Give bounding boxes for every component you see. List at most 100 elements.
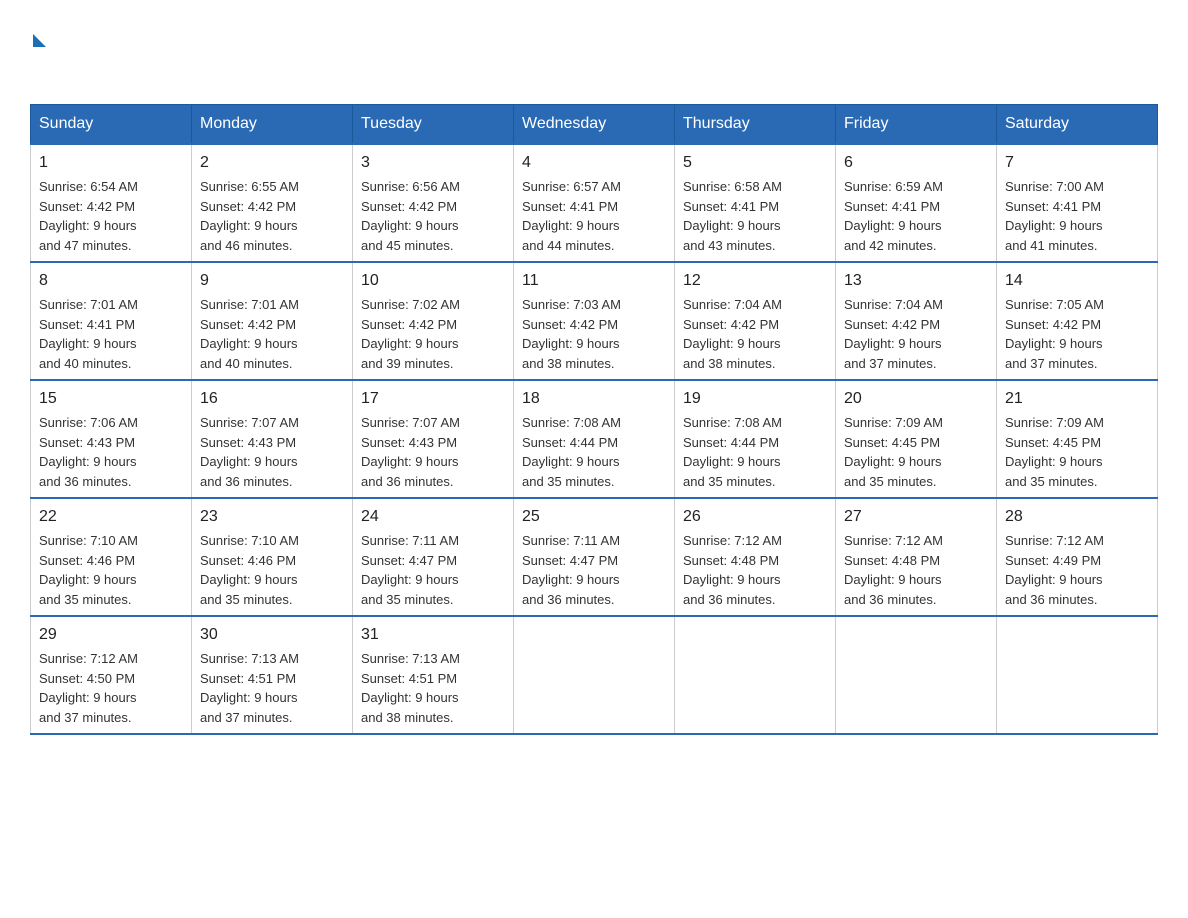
day-info: Sunrise: 7:05 AMSunset: 4:42 PMDaylight:… — [1005, 297, 1104, 371]
calendar-day-cell — [514, 616, 675, 734]
day-info: Sunrise: 7:12 AMSunset: 4:49 PMDaylight:… — [1005, 533, 1104, 607]
calendar-day-cell: 27 Sunrise: 7:12 AMSunset: 4:48 PMDayligh… — [836, 498, 997, 616]
day-number: 10 — [361, 269, 505, 293]
day-number: 21 — [1005, 387, 1149, 411]
day-info: Sunrise: 7:04 AMSunset: 4:42 PMDaylight:… — [844, 297, 943, 371]
calendar-day-cell: 16 Sunrise: 7:07 AMSunset: 4:43 PMDayligh… — [192, 380, 353, 498]
day-number: 8 — [39, 269, 183, 293]
calendar-day-cell: 13 Sunrise: 7:04 AMSunset: 4:42 PMDayligh… — [836, 262, 997, 380]
calendar-day-cell: 15 Sunrise: 7:06 AMSunset: 4:43 PMDayligh… — [31, 380, 192, 498]
calendar-day-cell — [836, 616, 997, 734]
calendar-day-cell: 26Sunrise: 7:12 AMSunset: 4:48 PMDayligh… — [675, 498, 836, 616]
day-number: 28 — [1005, 505, 1149, 529]
calendar-day-cell: 3 Sunrise: 6:56 AMSunset: 4:42 PMDaylight… — [353, 144, 514, 262]
day-info: Sunrise: 6:57 AMSunset: 4:41 PMDaylight:… — [522, 179, 621, 253]
calendar-week-row: 29 Sunrise: 7:12 AMSunset: 4:50 PMDayligh… — [31, 616, 1158, 734]
day-info: Sunrise: 7:10 AMSunset: 4:46 PMDaylight:… — [39, 533, 138, 607]
day-number: 23 — [200, 505, 344, 529]
header-wednesday: Wednesday — [514, 105, 675, 145]
calendar-day-cell: 14 Sunrise: 7:05 AMSunset: 4:42 PMDayligh… — [997, 262, 1158, 380]
calendar-day-cell — [675, 616, 836, 734]
day-number: 2 — [200, 151, 344, 175]
calendar-day-cell: 22 Sunrise: 7:10 AMSunset: 4:46 PMDayligh… — [31, 498, 192, 616]
day-info: Sunrise: 7:09 AMSunset: 4:45 PMDaylight:… — [1005, 415, 1104, 489]
header-tuesday: Tuesday — [353, 105, 514, 145]
calendar-day-cell: 12Sunrise: 7:04 AMSunset: 4:42 PMDayligh… — [675, 262, 836, 380]
day-info: Sunrise: 6:59 AMSunset: 4:41 PMDaylight:… — [844, 179, 943, 253]
day-number: 15 — [39, 387, 183, 411]
day-number: 16 — [200, 387, 344, 411]
calendar-day-cell: 4 Sunrise: 6:57 AMSunset: 4:41 PMDaylight… — [514, 144, 675, 262]
day-number: 6 — [844, 151, 988, 175]
day-info: Sunrise: 7:11 AMSunset: 4:47 PMDaylight:… — [361, 533, 459, 607]
day-number: 14 — [1005, 269, 1149, 293]
calendar-table: SundayMondayTuesdayWednesdayThursdayFrid… — [30, 104, 1158, 735]
calendar-day-cell: 24 Sunrise: 7:11 AMSunset: 4:47 PMDayligh… — [353, 498, 514, 616]
day-number: 27 — [844, 505, 988, 529]
day-info: Sunrise: 7:02 AMSunset: 4:42 PMDaylight:… — [361, 297, 460, 371]
calendar-day-cell: 11 Sunrise: 7:03 AMSunset: 4:42 PMDayligh… — [514, 262, 675, 380]
day-info: Sunrise: 7:13 AMSunset: 4:51 PMDaylight:… — [200, 651, 299, 725]
calendar-day-cell: 18Sunrise: 7:08 AMSunset: 4:44 PMDayligh… — [514, 380, 675, 498]
calendar-day-cell: 29 Sunrise: 7:12 AMSunset: 4:50 PMDayligh… — [31, 616, 192, 734]
day-info: Sunrise: 7:12 AMSunset: 4:48 PMDaylight:… — [844, 533, 943, 607]
calendar-day-cell: 8 Sunrise: 7:01 AMSunset: 4:41 PMDaylight… — [31, 262, 192, 380]
day-info: Sunrise: 7:08 AMSunset: 4:44 PMDaylight:… — [683, 415, 782, 489]
calendar-day-cell: 7 Sunrise: 7:00 AMSunset: 4:41 PMDaylight… — [997, 144, 1158, 262]
day-info: Sunrise: 7:09 AMSunset: 4:45 PMDaylight:… — [844, 415, 943, 489]
day-info: Sunrise: 7:12 AMSunset: 4:50 PMDaylight:… — [39, 651, 138, 725]
day-number: 1 — [39, 151, 183, 175]
day-number: 29 — [39, 623, 183, 647]
day-info: Sunrise: 7:01 AMSunset: 4:42 PMDaylight:… — [200, 297, 299, 371]
day-number: 12 — [683, 269, 827, 293]
calendar-day-cell: 23Sunrise: 7:10 AMSunset: 4:46 PMDayligh… — [192, 498, 353, 616]
header-monday: Monday — [192, 105, 353, 145]
day-number: 13 — [844, 269, 988, 293]
day-number: 20 — [844, 387, 988, 411]
day-info: Sunrise: 7:13 AMSunset: 4:51 PMDaylight:… — [361, 651, 460, 725]
header-sunday: Sunday — [31, 105, 192, 145]
calendar-day-cell: 31Sunrise: 7:13 AMSunset: 4:51 PMDayligh… — [353, 616, 514, 734]
day-info: Sunrise: 7:01 AMSunset: 4:41 PMDaylight:… — [39, 297, 138, 371]
calendar-day-cell: 17 Sunrise: 7:07 AMSunset: 4:43 PMDayligh… — [353, 380, 514, 498]
header-saturday: Saturday — [997, 105, 1158, 145]
page-header — [30, 20, 1158, 84]
calendar-day-cell: 20 Sunrise: 7:09 AMSunset: 4:45 PMDayligh… — [836, 380, 997, 498]
day-info: Sunrise: 7:07 AMSunset: 4:43 PMDaylight:… — [361, 415, 460, 489]
day-info: Sunrise: 6:55 AMSunset: 4:42 PMDaylight:… — [200, 179, 299, 253]
logo — [30, 20, 46, 84]
day-number: 19 — [683, 387, 827, 411]
day-number: 24 — [361, 505, 505, 529]
day-info: Sunrise: 7:03 AMSunset: 4:42 PMDaylight:… — [522, 297, 621, 371]
calendar-week-row: 22 Sunrise: 7:10 AMSunset: 4:46 PMDayligh… — [31, 498, 1158, 616]
calendar-day-cell: 28 Sunrise: 7:12 AMSunset: 4:49 PMDayligh… — [997, 498, 1158, 616]
day-number: 4 — [522, 151, 666, 175]
calendar-day-cell: 21 Sunrise: 7:09 AMSunset: 4:45 PMDayligh… — [997, 380, 1158, 498]
day-number: 5 — [683, 151, 827, 175]
day-info: Sunrise: 7:07 AMSunset: 4:43 PMDaylight:… — [200, 415, 299, 489]
day-info: Sunrise: 7:06 AMSunset: 4:43 PMDaylight:… — [39, 415, 138, 489]
day-info: Sunrise: 6:56 AMSunset: 4:42 PMDaylight:… — [361, 179, 460, 253]
day-number: 17 — [361, 387, 505, 411]
day-number: 7 — [1005, 151, 1149, 175]
calendar-day-cell: 25 Sunrise: 7:11 AMSunset: 4:47 PMDayligh… — [514, 498, 675, 616]
day-number: 3 — [361, 151, 505, 175]
calendar-day-cell: 5 Sunrise: 6:58 AMSunset: 4:41 PMDaylight… — [675, 144, 836, 262]
calendar-day-cell: 2 Sunrise: 6:55 AMSunset: 4:42 PMDaylight… — [192, 144, 353, 262]
day-info: Sunrise: 7:11 AMSunset: 4:47 PMDaylight:… — [522, 533, 620, 607]
header-friday: Friday — [836, 105, 997, 145]
calendar-day-cell: 10 Sunrise: 7:02 AMSunset: 4:42 PMDayligh… — [353, 262, 514, 380]
day-info: Sunrise: 7:08 AMSunset: 4:44 PMDaylight:… — [522, 415, 621, 489]
header-thursday: Thursday — [675, 105, 836, 145]
day-number: 22 — [39, 505, 183, 529]
day-number: 25 — [522, 505, 666, 529]
day-info: Sunrise: 7:12 AMSunset: 4:48 PMDaylight:… — [683, 533, 782, 607]
day-number: 30 — [200, 623, 344, 647]
day-info: Sunrise: 6:58 AMSunset: 4:41 PMDaylight:… — [683, 179, 782, 253]
day-number: 11 — [522, 269, 666, 293]
calendar-day-cell: 1Sunrise: 6:54 AMSunset: 4:42 PMDaylight… — [31, 144, 192, 262]
calendar-header-row: SundayMondayTuesdayWednesdayThursdayFrid… — [31, 105, 1158, 145]
calendar-day-cell: 19 Sunrise: 7:08 AMSunset: 4:44 PMDayligh… — [675, 380, 836, 498]
day-info: Sunrise: 7:00 AMSunset: 4:41 PMDaylight:… — [1005, 179, 1104, 253]
calendar-day-cell — [997, 616, 1158, 734]
